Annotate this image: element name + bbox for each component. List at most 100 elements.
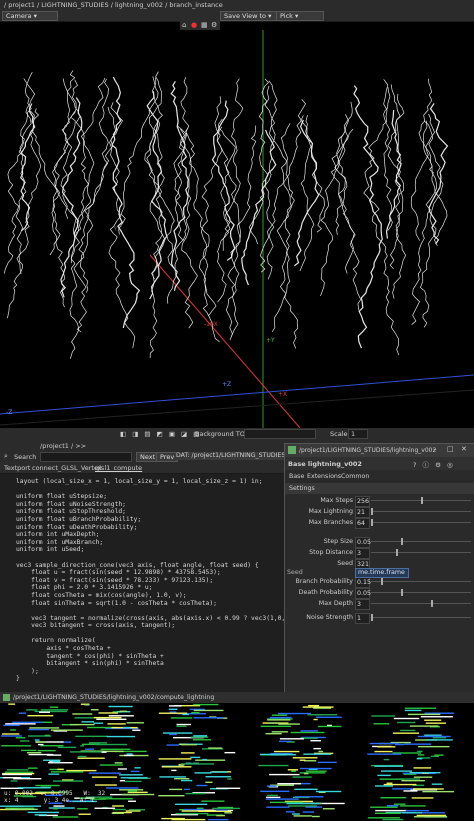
texture-streak: [191, 712, 200, 714]
texture-streak: [34, 814, 47, 816]
texture-streak: [193, 739, 211, 741]
texture-streak: [267, 722, 280, 724]
camera-dropdown[interactable]: Camera ▾: [2, 11, 58, 21]
prev-button[interactable]: Prev: [156, 452, 179, 462]
param-slider[interactable]: [371, 614, 471, 621]
compute-stats: u: 0.002 v: 0.0995 W: 32 x: 4 y: 3 4e. A…: [4, 790, 106, 804]
texture-streak: [77, 808, 88, 810]
texture-streak: [94, 807, 116, 809]
texture-streak: [279, 738, 304, 740]
param-value-field[interactable]: 3: [355, 599, 370, 610]
texture-streak: [382, 818, 404, 821]
param-slider-knob[interactable]: [401, 538, 403, 545]
pick-dropdown[interactable]: Pick ▾: [276, 11, 324, 21]
texture-streak: [413, 788, 444, 790]
seed-expr-field[interactable]: me.time.frame: [355, 568, 409, 578]
texture-streak: [57, 746, 77, 749]
texture-streak: [316, 716, 342, 718]
texture-streak: [409, 725, 439, 727]
param-slider-knob[interactable]: [431, 600, 433, 607]
texture-streak: [377, 746, 396, 748]
texture-streak: [260, 725, 291, 728]
settings-icon[interactable]: ⚙: [211, 21, 217, 29]
save-view-dropdown[interactable]: Save View to ▾: [220, 11, 278, 21]
tab-textport[interactable]: Textport: [4, 464, 30, 472]
viewport-3d[interactable]: -Z -10X +Y +X +Z ☜: [0, 30, 474, 428]
param-value-field[interactable]: 1: [355, 613, 370, 624]
close-icon[interactable]: ✕: [461, 445, 467, 453]
home-icon[interactable]: ⌂: [182, 21, 186, 29]
maximize-icon[interactable]: □: [447, 445, 454, 453]
param-value-field[interactable]: 0.05: [355, 537, 371, 548]
texture-streak: [386, 805, 399, 807]
texture-streak: [413, 816, 448, 818]
param-value-field[interactable]: 0.05: [355, 588, 371, 599]
param-slider-knob[interactable]: [371, 508, 373, 515]
param-slider[interactable]: [371, 578, 471, 585]
param-slider[interactable]: [371, 519, 471, 526]
texture-streak: [305, 770, 327, 772]
dat-path[interactable]: DAT: /project1/LIGHTNING_STUDIES/lig: [176, 452, 288, 460]
texture-streak: [26, 709, 38, 711]
texture-streak: [304, 772, 309, 775]
param-value-field[interactable]: 64: [355, 518, 370, 529]
param-slider[interactable]: [371, 600, 471, 607]
texture-streak: [195, 759, 226, 761]
param-value-field[interactable]: 21: [355, 507, 370, 518]
record-icon[interactable]: ●: [191, 21, 197, 29]
viewer-breadcrumb[interactable]: / project1 / LIGHTNING_STUDIES / lightni…: [4, 1, 223, 9]
scale-field[interactable]: 1: [348, 429, 368, 439]
param-value-field[interactable]: 3: [355, 548, 370, 559]
param-slider-knob[interactable]: [381, 578, 383, 585]
param-slider-knob[interactable]: [421, 497, 423, 504]
header-icons[interactable]: ? ⓘ ⚙ ◎: [413, 459, 455, 469]
texture-streak: [8, 703, 16, 705]
tab-connect-glsl-vertex[interactable]: connect_GLSL_Vertex: [32, 464, 102, 472]
texture-streak: [27, 751, 42, 754]
texture-streak: [84, 704, 90, 706]
param-value-field[interactable]: 0.15: [355, 577, 371, 588]
texture-streak: [432, 737, 447, 739]
texture-streak: [411, 797, 434, 799]
section-settings[interactable]: Settings: [289, 485, 315, 492]
tab-extensions[interactable]: Extensions: [307, 473, 341, 480]
axis-label-z-pos: +Z: [222, 381, 231, 388]
code-line: float u = fract(sin(seed * 12.9898) * 43…: [16, 569, 221, 577]
param-slider[interactable]: [371, 497, 471, 504]
texture-streak: [205, 776, 231, 778]
param-slider-knob[interactable]: [371, 614, 373, 621]
texture-streak: [292, 813, 300, 815]
param-slider[interactable]: [371, 508, 471, 515]
param-slider-knob[interactable]: [401, 589, 403, 596]
textport-breadcrumb[interactable]: /project1 / >>: [40, 442, 86, 450]
compute-window-title: /project1/LIGHTNING_STUDIES/lightning_v0…: [13, 694, 215, 701]
viewer-bottom-icons[interactable]: ◧ ◨ ▤ ◩ ▣ ◪ ▧: [120, 430, 201, 438]
texture-streak: [273, 750, 300, 753]
background-top-field[interactable]: [244, 429, 316, 439]
search-input[interactable]: [40, 452, 132, 462]
tab-base[interactable]: Base: [289, 473, 304, 480]
texture-streak: [422, 790, 454, 793]
param-slider[interactable]: [371, 549, 471, 556]
tab-glsl1-compute[interactable]: glsl1_compute: [95, 464, 142, 472]
texture-streak: [193, 703, 219, 706]
code-line: bitangent * sin(phi) * sinTheta: [16, 660, 164, 668]
param-value-field[interactable]: 256: [355, 496, 370, 507]
parameter-section[interactable]: Settings: [285, 483, 474, 494]
tab-common[interactable]: Common: [341, 473, 369, 480]
texture-streak: [19, 712, 27, 714]
param-slider[interactable]: [371, 538, 471, 545]
texture-streak: [127, 791, 148, 794]
param-slider[interactable]: [371, 589, 471, 596]
code-editor[interactable]: layout (local_size_x = 1, local_size_y =…: [16, 478, 284, 690]
texture-streak: [369, 742, 399, 745]
grid-icon[interactable]: ▦: [201, 21, 208, 29]
minimize-icon[interactable]: –: [433, 445, 437, 453]
texture-streak: [3, 724, 20, 727]
param-slider-knob[interactable]: [396, 549, 398, 556]
param-label: Branch Probability: [295, 578, 354, 585]
param-label: Seed: [337, 560, 353, 567]
param-slider-knob[interactable]: [371, 519, 373, 526]
texture-streak: [265, 798, 299, 800]
